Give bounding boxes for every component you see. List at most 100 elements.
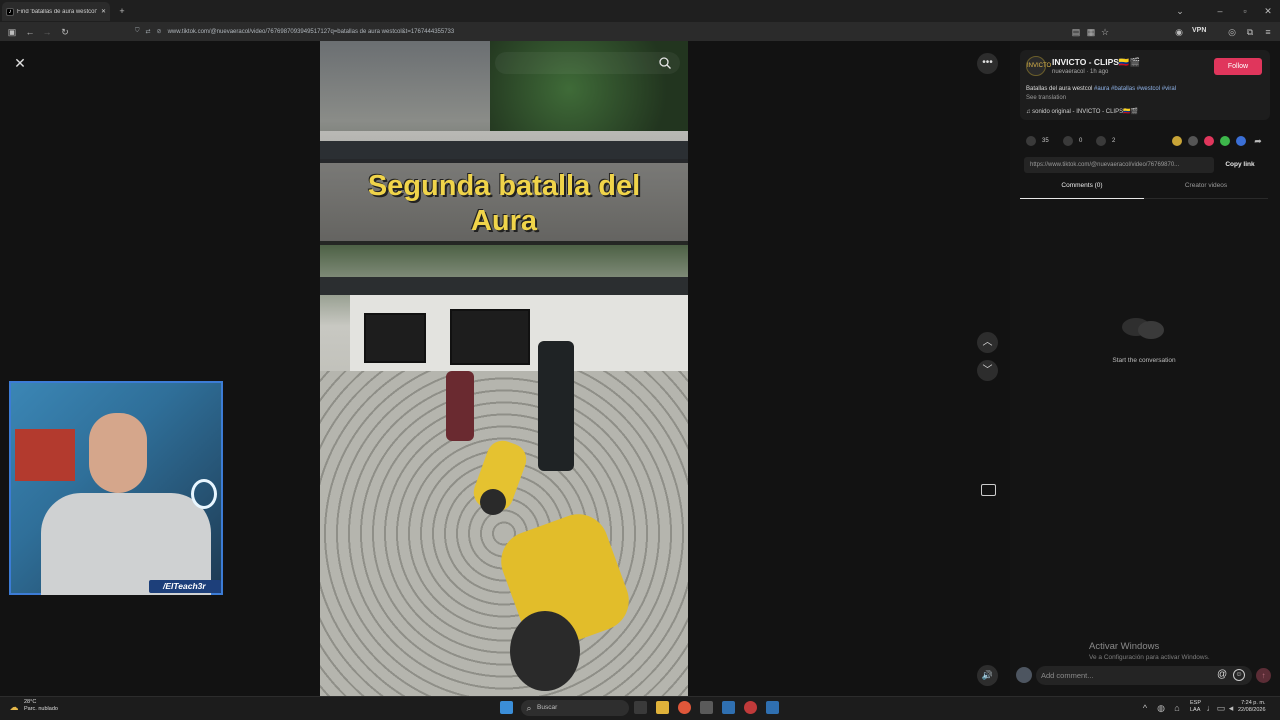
speaker-icon[interactable]: ◂ (1226, 702, 1236, 714)
author-handle[interactable]: nuevaeracol · 1h ago (1052, 69, 1108, 75)
see-translation-link[interactable]: See translation (1026, 95, 1066, 101)
webcam-overlay: /ElTeach3r (9, 381, 223, 595)
sidebar-toggle-icon[interactable]: ▣ (6, 26, 18, 38)
embed-icon[interactable] (1188, 136, 1198, 146)
caption-line-1: Segunda batalla del (367, 170, 641, 202)
bookmark-star-icon[interactable]: ☆ (1099, 26, 1111, 38)
picture-in-picture-icon[interactable]: ▦ (1085, 26, 1097, 38)
saves-count: 2 (1112, 138, 1116, 144)
tracking-icon[interactable]: ⊘ (157, 28, 162, 35)
video-pavement (320, 371, 688, 696)
video-caption: Segunda batalla del Aura (320, 169, 688, 239)
video-search-field[interactable] (495, 52, 680, 74)
video-player[interactable]: Segunda batalla del Aura (320, 41, 688, 696)
comment-bubble-icon[interactable] (1063, 136, 1073, 146)
whatsapp-icon[interactable] (1220, 136, 1230, 146)
bookmark-icon[interactable] (1096, 136, 1106, 146)
lang-code: ESP (1190, 700, 1202, 706)
permissions-icon[interactable]: ⇄ (146, 28, 151, 35)
post-comment-button[interactable]: ↑ (1256, 668, 1271, 683)
screenshot-icon[interactable]: ◉ (1173, 26, 1185, 38)
user-avatar[interactable] (1016, 667, 1032, 683)
display-icon[interactable]: ▭ (1216, 702, 1226, 714)
account-icon[interactable]: ◎ (1226, 26, 1238, 38)
weather-widget[interactable]: 28°C Parc. nublado (24, 699, 58, 713)
mic-icon[interactable]: ♩ (1206, 702, 1216, 714)
close-icon[interactable]: ✕ (12, 55, 28, 71)
input-language[interactable]: ESP LAA (1190, 700, 1201, 714)
webcam-ring-light (191, 479, 217, 509)
mention-icon[interactable]: @ (1217, 669, 1227, 680)
maximize-icon[interactable]: ▫ (1239, 5, 1251, 17)
taskbar-search[interactable]: Buscar (521, 700, 629, 716)
extensions-icon[interactable]: ⧉ (1244, 26, 1256, 38)
windows-activation-title: Activar Windows (1089, 641, 1160, 652)
clock-date: 22/08/2026 (1238, 707, 1266, 713)
author-name[interactable]: INVICTO - CLIPS🇨🇴🎬 (1052, 57, 1140, 68)
video-window (364, 313, 426, 363)
browser-tab-bar (0, 0, 1280, 22)
steam-icon[interactable] (722, 701, 735, 714)
shield-icon[interactable]: ⛉ (135, 28, 140, 35)
tab-close-icon[interactable]: ✕ (101, 8, 106, 15)
back-arrow-icon[interactable]: ← (24, 26, 36, 38)
reload-icon[interactable]: ↻ (59, 26, 71, 38)
start-windows-icon[interactable] (500, 701, 513, 714)
steam-alt-icon[interactable] (766, 701, 779, 714)
firefox-icon[interactable] (678, 701, 691, 714)
reader-view-icon[interactable]: ▤ (1070, 26, 1082, 38)
forward-arrow-icon[interactable]: → (41, 26, 53, 38)
share-arrow-icon[interactable]: ➦ (1252, 135, 1264, 147)
taskbar-clock[interactable]: 7:24 p. m. 22/08/2026 (1238, 700, 1266, 714)
next-video-chevron-icon[interactable]: ﹀ (977, 360, 998, 381)
tray-chevron-icon[interactable]: ^ (1140, 702, 1150, 714)
task-view-icon[interactable] (634, 701, 647, 714)
webcam-person-face (89, 413, 147, 493)
facebook-icon[interactable] (1236, 136, 1246, 146)
more-options-icon[interactable]: ••• (977, 53, 998, 74)
hashtags-link[interactable]: #aura #batallas #westcol #viral (1094, 86, 1176, 92)
menu-icon[interactable]: ≡ (1262, 26, 1274, 38)
webcam-poster (15, 429, 75, 481)
tray-app-icon[interactable]: ◍ (1156, 702, 1166, 714)
url-text[interactable]: www.tiktok.com/@nuevaeracol/video/767698… (168, 29, 455, 35)
minimize-icon[interactable]: – (1214, 5, 1226, 17)
file-explorer-icon[interactable] (656, 701, 669, 714)
weather-cloud-icon[interactable]: ☁ (8, 701, 20, 713)
store-icon[interactable] (700, 701, 713, 714)
video-wheel-large (510, 611, 580, 691)
floating-player-icon[interactable] (981, 484, 996, 496)
like-heart-icon[interactable] (1026, 136, 1036, 146)
author-avatar[interactable]: INVICTO (1026, 56, 1051, 76)
vpn-button[interactable]: VPN (1192, 27, 1206, 34)
window-close-icon[interactable]: ✕ (1262, 5, 1274, 17)
clock-time: 7:24 p. m. (1241, 700, 1266, 706)
tab-list-chevron-icon[interactable]: ⌄ (1174, 5, 1186, 17)
lang-layout: LAA (1190, 707, 1201, 713)
tab-comments[interactable]: Comments (0) (1020, 182, 1144, 199)
browser-tab[interactable]: ♪ Find 'batallas de aura westcol' o ✕ (2, 2, 110, 21)
address-bar[interactable]: ⛉ ⇄ ⊘ www.tiktok.com/@nuevaeracol/video/… (135, 24, 1035, 39)
weather-condition: Parc. nublado (24, 706, 58, 712)
sound-link[interactable]: ♫ sonido original - INVICTO - CLIPS🇨🇴🎬 (1026, 108, 1138, 115)
post-link-field[interactable]: https://www.tiktok.com/@nuevaeracol/vide… (1024, 157, 1214, 173)
follow-button[interactable]: Follow (1214, 58, 1262, 75)
previous-video-chevron-icon[interactable]: ︿ (977, 332, 998, 353)
opera-icon[interactable] (744, 701, 757, 714)
send-to-friends-icon[interactable] (1204, 136, 1214, 146)
copy-link-button[interactable]: Copy link (1218, 157, 1262, 173)
tab-creator-videos[interactable]: Creator videos (1144, 182, 1268, 199)
taskbar-search-icon: ⌕ (526, 703, 532, 713)
video-doorway (450, 309, 530, 365)
search-icon[interactable] (658, 56, 672, 70)
tab-title: Find 'batallas de aura westcol' o (17, 8, 98, 15)
empty-comments-icon (1122, 318, 1164, 339)
video-person-background (446, 371, 474, 441)
repost-icon[interactable] (1172, 136, 1182, 146)
tray-network-icon[interactable]: ⌂ (1172, 702, 1182, 714)
empty-comments-text: Start the conversation (1112, 357, 1176, 364)
volume-icon[interactable]: 🔊 (977, 665, 998, 686)
new-tab-icon[interactable]: + (116, 5, 128, 17)
emoji-icon[interactable]: ☺ (1233, 669, 1245, 681)
caption-line-2: Aura (470, 205, 538, 237)
